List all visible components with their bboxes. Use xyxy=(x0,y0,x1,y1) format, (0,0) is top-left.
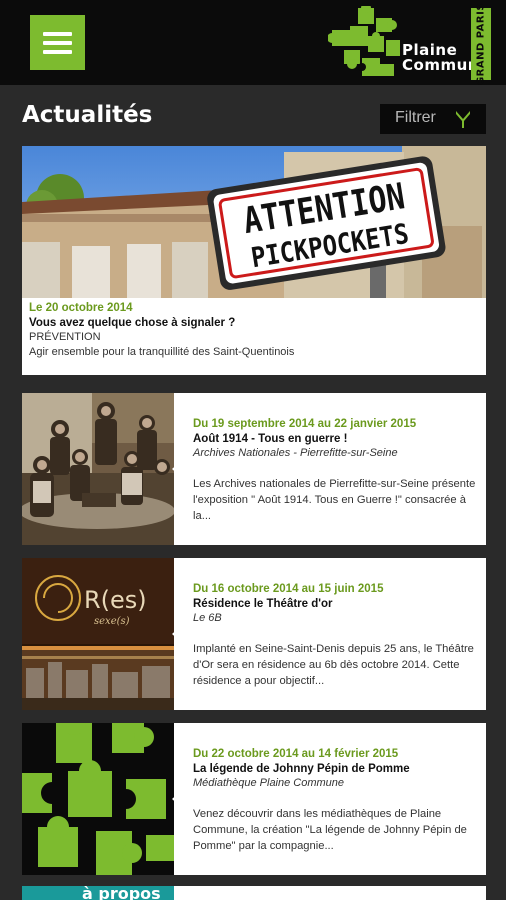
news-meta: Du 22 octobre 2014 au 14 février 2015 La… xyxy=(193,748,478,854)
puzzle-logo-icon xyxy=(328,6,400,76)
news-thumbnail: à propos xyxy=(22,886,174,900)
hamburger-menu-button[interactable] xyxy=(30,15,85,70)
peek-text: à propos xyxy=(82,886,161,900)
news-card[interactable]: R(es) sexe(s) Du 16 octobre 2014 au 15 j… xyxy=(22,558,486,710)
top-app-bar: Plaine Commune GRAND PARIS xyxy=(0,0,506,85)
news-card-partial[interactable]: à propos xyxy=(22,886,486,900)
thumbnail-notch xyxy=(172,626,181,642)
menu-line xyxy=(43,32,72,36)
news-summary: Implanté en Seine-Saint-Denis depuis 25 … xyxy=(193,643,474,687)
filter-label: Filtrer xyxy=(395,109,436,126)
grand-paris-tag: GRAND PARIS xyxy=(471,3,491,85)
news-location: Archives Nationales - Pierrefitte-sur-Se… xyxy=(193,447,398,459)
news-summary: Agir ensemble pour la tranquillité des S… xyxy=(29,346,295,358)
news-summary: Les Archives nationales de Pierrefitte-s… xyxy=(193,478,476,522)
news-date: Du 19 septembre 2014 au 22 janvier 2015 xyxy=(193,418,417,430)
news-card[interactable]: Du 22 octobre 2014 au 14 février 2015 La… xyxy=(22,723,486,875)
featured-news-meta: Le 20 octobre 2014 Vous avez quelque cho… xyxy=(29,302,478,358)
news-card[interactable]: Du 19 septembre 2014 au 22 janvier 2015 … xyxy=(22,393,486,545)
news-headline: Résidence le Théâtre d'or xyxy=(193,598,333,610)
menu-line xyxy=(43,50,72,54)
thumbnail-notch xyxy=(172,461,181,477)
news-date: Le 20 octobre 2014 xyxy=(29,302,133,314)
grand-paris-label: GRAND PARIS xyxy=(475,2,487,86)
menu-line xyxy=(43,41,72,45)
news-date: Du 22 octobre 2014 au 14 février 2015 xyxy=(193,748,399,760)
funnel-icon xyxy=(456,110,470,128)
news-meta: Du 16 octobre 2014 au 15 juin 2015 Résid… xyxy=(193,583,478,689)
news-meta: Du 19 septembre 2014 au 22 janvier 2015 … xyxy=(193,418,478,524)
news-thumbnail xyxy=(22,393,174,545)
news-date: Du 16 octobre 2014 au 15 juin 2015 xyxy=(193,583,384,595)
news-location: Médiathèque Plaine Commune xyxy=(193,777,345,789)
news-headline: Août 1914 - Tous en guerre ! xyxy=(193,433,348,445)
news-headline: Vous avez quelque chose à signaler ? xyxy=(29,317,236,329)
news-category: PRÉVENTION xyxy=(29,331,101,343)
featured-news-image: ATTENTION PICKPOCKETS xyxy=(22,146,486,298)
thumbnail-notch xyxy=(172,791,181,807)
poster-title: R(es) xyxy=(84,586,147,614)
news-summary: Venez découvrir dans les médiathèques de… xyxy=(193,808,467,852)
filter-button[interactable]: Filtrer xyxy=(380,104,486,134)
news-header: Actualités Filtrer xyxy=(0,85,506,143)
featured-news-card[interactable]: ATTENTION PICKPOCKETS Le 20 octobre 2014… xyxy=(22,146,486,375)
news-thumbnail xyxy=(22,723,174,875)
news-thumbnail: R(es) sexe(s) xyxy=(22,558,174,710)
poster-subtitle: sexe(s) xyxy=(94,616,130,627)
page-title: Actualités xyxy=(22,102,153,128)
plaine-commune-logo[interactable]: Plaine Commune GRAND PARIS xyxy=(328,3,493,85)
news-location: Le 6B xyxy=(193,612,222,624)
news-headline: La légende de Johnny Pépin de Pomme xyxy=(193,763,410,775)
